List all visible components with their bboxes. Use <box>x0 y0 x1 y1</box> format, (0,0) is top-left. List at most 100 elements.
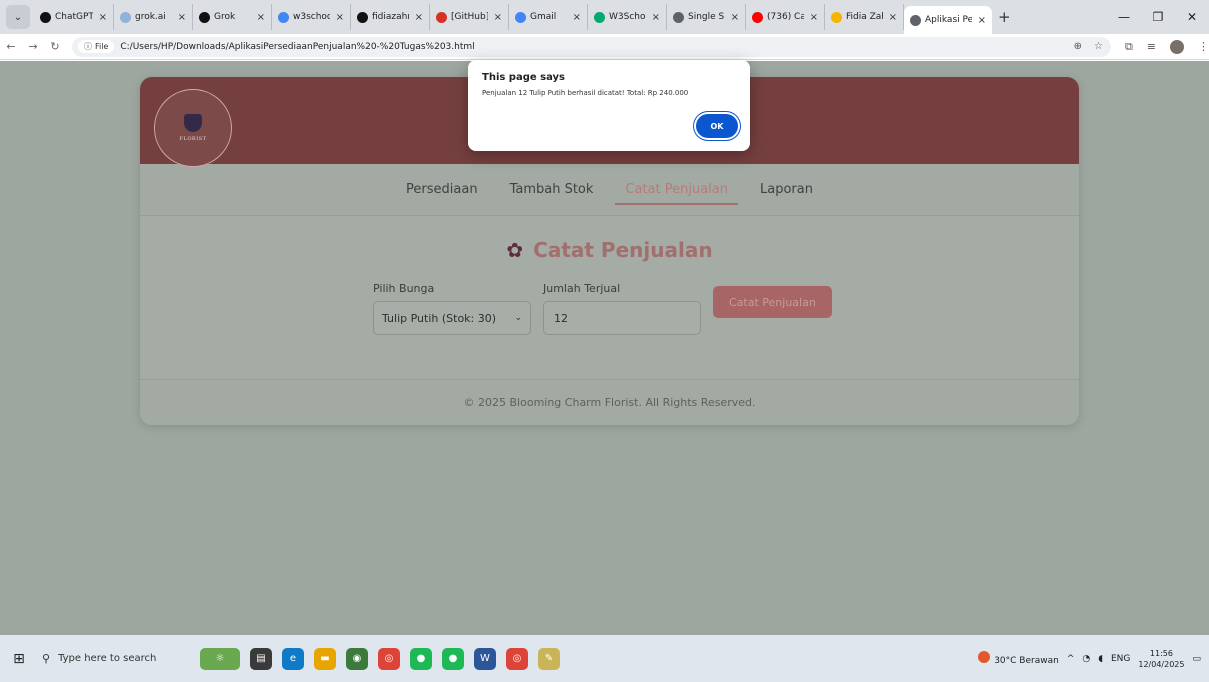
flower-select-value: Tulip Putih (Stok: 30) <box>382 311 497 325</box>
chrome-app-icon[interactable]: ◎ <box>378 647 400 670</box>
florist-logo: FLORIST <box>154 89 232 167</box>
edge-icon[interactable]: e <box>282 647 304 670</box>
google-icon <box>278 11 289 23</box>
close-tab-icon[interactable]: × <box>99 12 107 23</box>
volume-icon[interactable]: ◖ <box>1098 654 1103 664</box>
flower-label: Pilih Bunga <box>373 282 435 295</box>
clock-date: 12/04/2025 <box>1138 659 1185 669</box>
language-indicator[interactable]: ENG <box>1111 654 1130 664</box>
nav-tab[interactable]: Catat Penjualan <box>609 168 744 211</box>
close-tab-icon[interactable]: × <box>415 12 423 23</box>
task-view-icon[interactable]: ▤ <box>250 647 272 670</box>
word-icon[interactable]: W <box>474 647 496 670</box>
browser-tab[interactable]: Single Sign × <box>667 4 746 30</box>
qty-input[interactable]: 12 <box>543 301 701 335</box>
windows-taskbar: ⊞ ⚲ Type here to search ☼ ▤ e ▬ ◉ ◎ ● ● … <box>0 635 1209 682</box>
flower-icon: ✿ <box>506 238 524 262</box>
close-tab-icon[interactable]: × <box>810 12 818 23</box>
forward-icon[interactable]: → <box>22 40 44 53</box>
browser-tab[interactable]: grok.ai × <box>114 4 193 30</box>
browser-tab-bar: ⌄ ChatGPT×grok.ai×Grok×w3school -×fidiaz… <box>0 0 1209 34</box>
close-tab-icon[interactable]: × <box>652 12 660 23</box>
close-tab-icon[interactable]: × <box>494 12 502 23</box>
alert-dialog: This page says Penjualan 12 Tulip Putih … <box>468 60 750 151</box>
minimize-icon[interactable]: — <box>1107 10 1141 24</box>
youtube-icon <box>752 11 763 23</box>
tab-title: Gmail <box>530 12 557 22</box>
extensions-icon[interactable]: ⧉ <box>1125 40 1133 54</box>
nav-tab[interactable]: Tambah Stok <box>494 168 610 211</box>
weather-widget[interactable]: 30°C Berawan <box>978 651 1059 666</box>
taskbar-apps: ☼ ▤ e ▬ ◉ ◎ ● ● W ◎ ✎ <box>200 647 560 670</box>
browser-tab[interactable]: fidiazahra/T × <box>351 4 430 30</box>
whatsapp-icon[interactable]: ◉ <box>346 647 368 670</box>
close-tab-icon[interactable]: × <box>731 12 739 23</box>
close-tab-icon[interactable]: × <box>889 12 897 23</box>
tab-title: W3Schools <box>609 12 646 22</box>
more-menu-icon[interactable]: ⋮ <box>1198 40 1209 53</box>
tab-search-button[interactable]: ⌄ <box>6 5 30 29</box>
close-tab-icon[interactable]: × <box>178 12 186 23</box>
tab-strip: ChatGPT×grok.ai×Grok×w3school -×fidiazah… <box>34 0 992 34</box>
url-text: C:/Users/HP/Downloads/AplikasiPersediaan… <box>120 41 475 52</box>
close-tab-icon[interactable]: × <box>336 12 344 23</box>
tray-chevron-up-icon[interactable]: ^ <box>1067 654 1075 664</box>
url-input[interactable]: ⓘ File C:/Users/HP/Downloads/AplikasiPers… <box>71 36 1111 57</box>
close-tab-icon[interactable]: × <box>978 15 986 26</box>
tab-title: Single Sign <box>688 12 725 22</box>
taskbar-search[interactable]: ⚲ Type here to search <box>38 644 188 674</box>
profile-avatar[interactable] <box>1170 39 1185 54</box>
browser-tab[interactable]: Gmail × <box>509 4 588 30</box>
close-window-icon[interactable]: ✕ <box>1175 10 1209 24</box>
close-tab-icon[interactable]: × <box>573 12 581 23</box>
spotify-2-icon[interactable]: ● <box>442 647 464 670</box>
browser-tab[interactable]: [GitHub] Ple × <box>430 4 509 30</box>
notepad-icon[interactable]: ✎ <box>538 647 560 670</box>
dialog-title: This page says <box>482 72 565 83</box>
qty-label: Jumlah Terjual <box>543 282 621 295</box>
chrome-icon <box>910 14 921 26</box>
qty-field-group: Jumlah Terjual 12 <box>543 282 701 335</box>
github-icon <box>357 11 368 23</box>
widgets-icon[interactable]: ☼ <box>200 647 240 670</box>
nav-tab[interactable]: Persediaan <box>390 168 494 211</box>
reading-list-icon[interactable]: ≡ <box>1147 40 1156 53</box>
notification-icon[interactable]: ▭ <box>1192 654 1201 664</box>
ok-button[interactable]: OK <box>696 114 738 138</box>
zoom-icon[interactable]: ⊕ <box>1074 41 1082 52</box>
system-tray: 30°C Berawan ^ ◔ ◖ ENG 11:56 12/04/2025 … <box>978 635 1201 682</box>
browser-tab[interactable]: Aplikasi Pers × <box>904 6 992 34</box>
browser-tab[interactable]: Fidia Zahra × <box>825 4 904 30</box>
close-tab-icon[interactable]: × <box>257 12 265 23</box>
nav-tab[interactable]: Laporan <box>744 168 829 211</box>
record-sale-button[interactable]: Catat Penjualan <box>713 286 832 318</box>
w3schools-icon <box>594 11 605 23</box>
tab-title: fidiazahra/T <box>372 12 409 22</box>
browser-tab[interactable]: (736) Cara M × <box>746 4 825 30</box>
tab-title: [GitHub] Ple <box>451 12 488 22</box>
clock[interactable]: 11:56 12/04/2025 <box>1138 648 1184 670</box>
new-tab-button[interactable]: + <box>998 8 1011 26</box>
tab-title: Grok <box>214 12 236 22</box>
file-chip[interactable]: ⓘ File <box>77 40 115 53</box>
sales-form: Pilih Bunga Tulip Putih (Stok: 30) ⌄ Jum… <box>373 282 832 335</box>
browser-tab[interactable]: ChatGPT × <box>34 4 114 30</box>
chrome-2-icon[interactable]: ◎ <box>506 647 528 670</box>
browser-tab[interactable]: W3Schools × <box>588 4 667 30</box>
window-controls: — ❐ ✕ <box>1107 0 1209 34</box>
network-icon[interactable]: ◔ <box>1082 654 1090 664</box>
google-icon <box>515 11 526 23</box>
logo-text: FLORIST <box>179 136 207 142</box>
restore-icon[interactable]: ❐ <box>1141 10 1175 24</box>
browser-tab[interactable]: Grok × <box>193 4 272 30</box>
tab-title: Aplikasi Pers <box>925 15 972 25</box>
file-explorer-icon[interactable]: ▬ <box>314 647 336 670</box>
bookmark-star-icon[interactable]: ☆ <box>1094 41 1103 52</box>
spotify-icon[interactable]: ● <box>410 647 432 670</box>
flower-select[interactable]: Tulip Putih (Stok: 30) ⌄ <box>373 301 531 335</box>
address-bar: ← → ↻ ⓘ File C:/Users/HP/Downloads/Aplika… <box>0 34 1209 60</box>
browser-tab[interactable]: w3school - × <box>272 4 351 30</box>
back-icon[interactable]: ← <box>0 40 22 53</box>
windows-start-icon[interactable]: ⊞ <box>0 651 38 667</box>
reload-icon[interactable]: ↻ <box>44 40 66 53</box>
